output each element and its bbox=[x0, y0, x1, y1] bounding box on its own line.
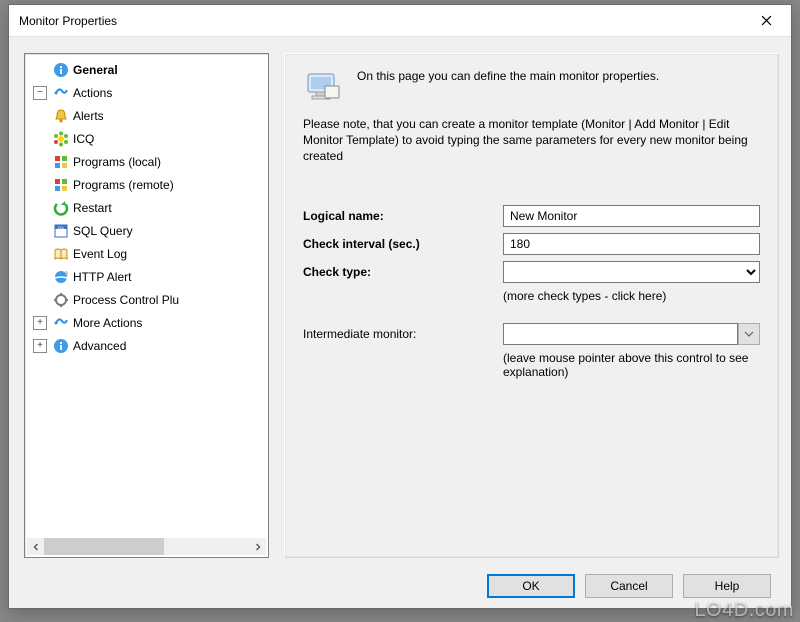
tree-item[interactable]: + Advanced bbox=[27, 334, 266, 357]
header-row: On this page you can define the main mon… bbox=[303, 68, 760, 108]
tree-item[interactable]: Restart bbox=[27, 196, 266, 219]
logical-name-label: Logical name: bbox=[303, 209, 503, 223]
scroll-track[interactable] bbox=[44, 538, 249, 555]
tree-item[interactable]: Event Log bbox=[27, 242, 266, 265]
row-intermediate: Intermediate monitor: bbox=[303, 323, 760, 345]
chevron-left-icon bbox=[32, 543, 40, 551]
intermediate-dropdown-button[interactable] bbox=[738, 323, 760, 345]
book-icon bbox=[53, 246, 69, 262]
tree-item[interactable]: Alerts bbox=[27, 104, 266, 127]
check-interval-label: Check interval (sec.) bbox=[303, 237, 503, 251]
properties-pane: On this page you can define the main mon… bbox=[284, 53, 779, 558]
close-button[interactable] bbox=[743, 6, 789, 36]
tree-item[interactable]: General bbox=[27, 58, 266, 81]
sql-icon: SQL bbox=[53, 223, 69, 239]
tree-item[interactable]: HTTP Alert bbox=[27, 265, 266, 288]
row-check-type: Check type: bbox=[303, 261, 760, 283]
row-logical-name: Logical name: bbox=[303, 205, 760, 227]
check-interval-input[interactable] bbox=[503, 233, 760, 255]
tree-item[interactable]: Process Control Plu bbox=[27, 288, 266, 311]
tree-item-label: More Actions bbox=[73, 316, 142, 330]
intermediate-input[interactable] bbox=[503, 323, 738, 345]
horizontal-scrollbar[interactable] bbox=[27, 538, 266, 555]
tree-item-label: Actions bbox=[73, 86, 112, 100]
logical-name-input[interactable] bbox=[503, 205, 760, 227]
tree-item[interactable]: Programs (remote) bbox=[27, 173, 266, 196]
chevron-right-icon bbox=[254, 543, 262, 551]
windows-icon bbox=[53, 177, 69, 193]
restart-icon bbox=[53, 200, 69, 216]
ok-button[interactable]: OK bbox=[487, 574, 575, 598]
tree-expander[interactable]: + bbox=[33, 339, 47, 353]
ie-icon bbox=[53, 269, 69, 285]
check-type-label: Check type: bbox=[303, 265, 503, 279]
titlebar[interactable]: Monitor Properties bbox=[9, 5, 791, 37]
help-button[interactable]: Help bbox=[683, 574, 771, 598]
tree-item-label: General bbox=[73, 63, 118, 77]
actions-icon bbox=[53, 85, 69, 101]
tree-pane: General − Actions Alerts ICQ Programs (local)… bbox=[24, 53, 269, 558]
tree-expander[interactable]: + bbox=[33, 316, 47, 330]
chevron-down-icon bbox=[744, 331, 754, 337]
tree-item-label: Programs (local) bbox=[73, 155, 161, 169]
intermediate-combo bbox=[503, 323, 760, 345]
tree-item[interactable]: Programs (local) bbox=[27, 150, 266, 173]
tree-item-label: Programs (remote) bbox=[73, 178, 174, 192]
info-icon bbox=[53, 62, 69, 78]
icq-icon bbox=[53, 131, 69, 147]
tree-item-label: SQL Query bbox=[73, 224, 133, 238]
close-icon bbox=[761, 15, 772, 26]
tree-item-label: HTTP Alert bbox=[73, 270, 131, 284]
monitor-icon bbox=[303, 68, 343, 108]
tree-item[interactable]: − Actions bbox=[27, 81, 266, 104]
window-title: Monitor Properties bbox=[19, 14, 743, 28]
scroll-thumb[interactable] bbox=[44, 538, 164, 555]
tree-item-label: ICQ bbox=[73, 132, 94, 146]
actions-icon bbox=[53, 315, 69, 331]
tree-expander[interactable]: − bbox=[33, 86, 47, 100]
svg-text:SQL: SQL bbox=[57, 225, 64, 229]
tree-item-label: Advanced bbox=[73, 339, 126, 353]
tree-item-label: Restart bbox=[73, 201, 112, 215]
note-text: Please note, that you can create a monit… bbox=[303, 116, 760, 165]
tree-item[interactable]: + More Actions bbox=[27, 311, 266, 334]
windows-icon bbox=[53, 154, 69, 170]
dialog-buttons: OK Cancel Help bbox=[487, 574, 771, 598]
content-area: General − Actions Alerts ICQ Programs (local)… bbox=[9, 37, 791, 608]
tree-item-label: Event Log bbox=[73, 247, 127, 261]
tree-item-label: Process Control Plu bbox=[73, 293, 179, 307]
scroll-right-button[interactable] bbox=[249, 538, 266, 555]
bell-icon bbox=[53, 108, 69, 124]
scroll-left-button[interactable] bbox=[27, 538, 44, 555]
process-icon bbox=[53, 292, 69, 308]
tree-item-label: Alerts bbox=[73, 109, 104, 123]
intermediate-hint: (leave mouse pointer above this control … bbox=[503, 351, 760, 379]
cancel-button[interactable]: Cancel bbox=[585, 574, 673, 598]
tree-item[interactable]: ICQ bbox=[27, 127, 266, 150]
check-type-select[interactable] bbox=[503, 261, 760, 283]
row-check-interval: Check interval (sec.) bbox=[303, 233, 760, 255]
tree-body[interactable]: General − Actions Alerts ICQ Programs (local)… bbox=[25, 54, 268, 537]
check-type-hint[interactable]: (more check types - click here) bbox=[503, 289, 760, 303]
header-text: On this page you can define the main mon… bbox=[357, 68, 659, 108]
tree-item[interactable]: SQL SQL Query bbox=[27, 219, 266, 242]
intermediate-label: Intermediate monitor: bbox=[303, 327, 503, 341]
info-icon bbox=[53, 338, 69, 354]
dialog-window: Monitor Properties General − Actions Alerts… bbox=[8, 4, 792, 609]
